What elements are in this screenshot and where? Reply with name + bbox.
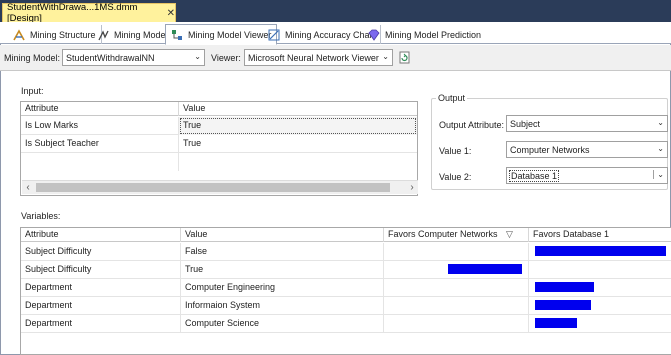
favors-database-1-bar (535, 300, 591, 310)
variable-value-cell: Computer Science (181, 315, 384, 333)
close-icon[interactable]: ✕ (167, 8, 175, 19)
output-attribute-value: Subject (510, 118, 541, 129)
favors-database-1-bar (535, 282, 594, 292)
document-tab-strip: StudentWithDrawa...1MS.dmm [Design] ✕ (0, 0, 671, 24)
input-attribute-cell: Is Low Marks (21, 117, 179, 135)
variable-attribute-cell: Department (21, 279, 181, 297)
column-header-favors-computer-networks[interactable]: Favors Computer Networks ▽ (384, 228, 529, 242)
refresh-document-icon[interactable] (399, 51, 410, 64)
chevron-right-icon[interactable]: › (406, 181, 418, 194)
tab-mining-model-prediction[interactable]: Mining Model Prediction (363, 25, 486, 44)
designer-view-tabs: Mining Structure Mining Models Mining Mo… (0, 22, 671, 45)
input-value-cell[interactable]: True (179, 135, 417, 153)
input-section-label: Input: (21, 86, 44, 96)
variable-value-cell: False (181, 243, 384, 261)
viewer-value: Microsoft Neural Network Viewer (248, 52, 379, 63)
accuracy-chart-icon (268, 29, 280, 41)
tab-mining-structure[interactable]: Mining Structure (8, 25, 102, 44)
variable-attribute-cell: Subject Difficulty (21, 243, 181, 261)
viewer-select[interactable]: Microsoft Neural Network Viewer ⌄ (244, 49, 393, 66)
table-row[interactable]: Is Subject Teacher True (21, 135, 417, 153)
tab-label: Mining Model Viewer (188, 29, 272, 40)
variables-grid: Attribute Value Favors Computer Networks… (20, 227, 671, 355)
column-header-attribute[interactable]: Attribute (21, 102, 179, 116)
document-tab-title: StudentWithDrawa...1MS.dmm [Design] (7, 2, 138, 24)
variable-value-cell: Computer Engineering (181, 279, 384, 297)
prediction-gem-icon (368, 29, 380, 41)
mining-models-icon (97, 29, 109, 41)
variables-section-label: Variables: (21, 211, 61, 221)
column-header-value[interactable]: Value (181, 228, 384, 242)
column-header-favors-database-1[interactable]: Favors Database 1 (529, 228, 671, 242)
value2-label: Value 2: (439, 172, 472, 182)
variable-attribute-cell: Department (21, 315, 181, 333)
variable-attribute-cell: Subject Difficulty (21, 261, 181, 279)
empty-cell (21, 153, 179, 171)
favors-cn-cell (384, 297, 529, 315)
favors-db-cell (529, 261, 671, 279)
mining-model-viewer-icon (171, 29, 183, 41)
output-attribute-select[interactable]: Subject ⌄ (506, 115, 668, 132)
chevron-down-icon: ⌄ (382, 52, 389, 61)
output-group-label: Output (436, 93, 468, 103)
table-row[interactable]: Is Low Marks True (21, 117, 417, 135)
chevron-down-icon: ⌄ (194, 52, 201, 61)
tab-label: Mining Models (114, 29, 173, 40)
chevron-down-icon: ⌄ (653, 170, 664, 179)
input-grid-header: Attribute Value (21, 102, 417, 116)
chevron-down-icon: ⌄ (657, 144, 664, 153)
column-header-attribute[interactable]: Attribute (21, 228, 181, 242)
tab-label: Mining Model Prediction (385, 29, 482, 40)
mining-model-value: StudentWithdrawalNN (66, 52, 155, 63)
table-row (21, 153, 417, 171)
header-label: Favors Computer Networks (388, 229, 498, 239)
viewer-toolbar: Mining Model: StudentWithdrawalNN ⌄ View… (0, 45, 671, 71)
input-attribute-cell: Is Subject Teacher (21, 135, 179, 153)
column-header-value[interactable]: Value (179, 102, 417, 116)
input-value-cell[interactable]: True (179, 117, 417, 135)
value1-value: Computer Networks (510, 144, 590, 155)
tab-label: Mining Accuracy Chart (285, 29, 376, 40)
favors-computer-networks-bar (448, 264, 522, 274)
document-tab[interactable]: StudentWithDrawa...1MS.dmm [Design] ✕ (2, 2, 176, 24)
variable-value-cell: True (181, 261, 384, 279)
variable-attribute-cell: Department (21, 297, 181, 315)
value2-value: Database 1 (508, 169, 560, 182)
output-attribute-label: Output Attribute: (439, 120, 505, 130)
scrollbar-thumb[interactable] (36, 183, 390, 192)
table-row[interactable]: Subject Difficulty True (21, 261, 671, 279)
variable-value-cell: Informaion System (181, 297, 384, 315)
sort-descending-icon[interactable]: ▽ (506, 229, 513, 239)
favors-cn-cell (384, 279, 529, 297)
value1-select[interactable]: Computer Networks ⌄ (506, 141, 668, 158)
favors-database-1-bar (535, 318, 577, 328)
variables-grid-header: Attribute Value Favors Computer Networks… (21, 228, 671, 242)
chevron-down-icon: ⌄ (657, 118, 664, 127)
favors-database-1-bar (535, 246, 666, 256)
input-horizontal-scrollbar[interactable]: ‹ › (22, 180, 418, 194)
tab-mining-model-viewer[interactable]: Mining Model Viewer (165, 24, 278, 45)
value1-label: Value 1: (439, 146, 472, 156)
input-grid: Attribute Value Is Low Marks True Is Sub… (20, 101, 418, 196)
favors-cn-cell (384, 315, 529, 333)
mining-model-select[interactable]: StudentWithdrawalNN ⌄ (62, 49, 205, 66)
mining-structure-icon (13, 28, 25, 41)
tab-label: Mining Structure (30, 29, 96, 40)
viewer-label: Viewer: (211, 53, 241, 63)
chevron-left-icon[interactable]: ‹ (22, 181, 34, 194)
value2-select[interactable]: Database 1 ⌄ (506, 167, 668, 184)
mining-model-label: Mining Model: (4, 53, 61, 63)
favors-cn-cell (384, 243, 529, 261)
